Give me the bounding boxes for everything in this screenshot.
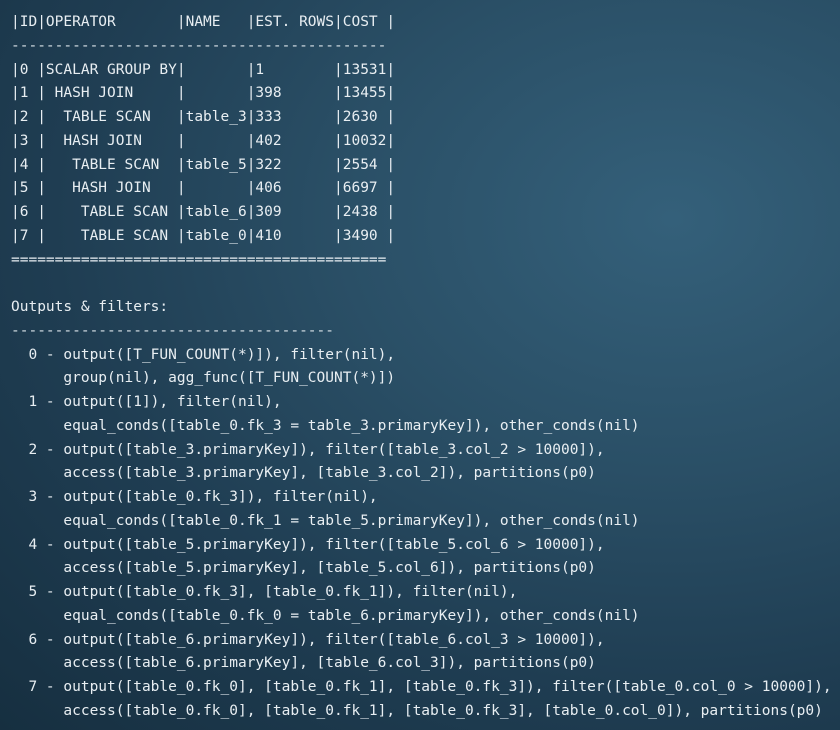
- output-line: 4 - output([table_5.primaryKey]), filter…: [11, 536, 605, 553]
- output-line: group(nil), agg_func([T_FUN_COUNT(*)]): [11, 370, 396, 387]
- plan-table-row: |5 | HASH JOIN | |406 |6697 |: [11, 180, 396, 197]
- plan-table-row: |1 | HASH JOIN | |398 |13455|: [11, 85, 396, 102]
- output-line: 6 - output([table_6.primaryKey]), filter…: [11, 631, 605, 648]
- plan-table-row: |4 | TABLE SCAN |table_5|322 |2554 |: [11, 156, 396, 173]
- plan-table-row: |6 | TABLE SCAN |table_6|309 |2438 |: [11, 204, 396, 220]
- output-line: equal_conds([table_0.fk_0 = table_6.prim…: [11, 607, 640, 624]
- execution-plan-output: |ID|OPERATOR |NAME |EST. ROWS|COST | ----…: [11, 11, 832, 724]
- output-line: access([table_3.primaryKey], [table_3.co…: [11, 465, 596, 482]
- outputs-title: Outputs & filters:: [11, 299, 169, 315]
- output-line: access([table_0.fk_0], [table_0.fk_1], […: [11, 702, 823, 719]
- output-line: 2 - output([table_3.primaryKey]), filter…: [11, 441, 605, 458]
- plan-table-row: |3 | HASH JOIN | |402 |10032|: [11, 132, 396, 149]
- outputs-separator: -------------------------------------: [11, 322, 335, 339]
- plan-table-header: |ID|OPERATOR |NAME |EST. ROWS|COST |: [11, 14, 396, 30]
- plan-table-separator: ----------------------------------------…: [11, 37, 387, 54]
- output-line: equal_conds([table_0.fk_1 = table_5.prim…: [11, 512, 640, 529]
- plan-table-row: |2 | TABLE SCAN |table_3|333 |2630 |: [11, 109, 396, 125]
- output-line: 3 - output([table_0.fk_3]), filter(nil),: [11, 489, 378, 505]
- output-line: 7 - output([table_0.fk_0], [table_0.fk_1…: [11, 679, 832, 695]
- output-line: access([table_6.primaryKey], [table_6.co…: [11, 655, 596, 672]
- output-line: 1 - output([1]), filter(nil),: [11, 394, 282, 410]
- output-line: access([table_5.primaryKey], [table_5.co…: [11, 560, 596, 577]
- plan-table-footer: ========================================…: [11, 251, 387, 268]
- output-line: 5 - output([table_0.fk_3], [table_0.fk_1…: [11, 584, 518, 600]
- plan-table-row: |7 | TABLE SCAN |table_0|410 |3490 |: [11, 227, 396, 244]
- plan-table-row: |0 |SCALAR GROUP BY| |1 |13531|: [11, 61, 396, 78]
- output-line: 0 - output([T_FUN_COUNT(*)]), filter(nil…: [11, 346, 396, 363]
- output-line: equal_conds([table_0.fk_3 = table_3.prim…: [11, 417, 640, 434]
- terminal-window[interactable]: |ID|OPERATOR |NAME |EST. ROWS|COST | ----…: [0, 0, 840, 730]
